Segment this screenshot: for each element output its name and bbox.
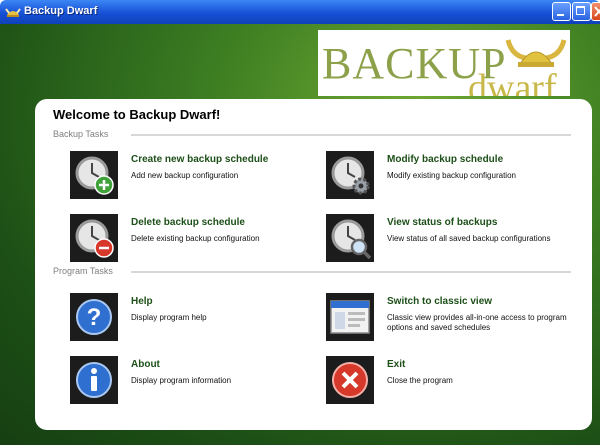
clock-search-icon [326,214,374,262]
helmet-icon [5,8,21,17]
task-view-backup-status[interactable]: View status of backups View status of al… [326,214,576,262]
exit-icon [326,356,374,404]
task-title: View status of backups [387,217,498,228]
maximize-icon [576,6,585,15]
task-description: Delete existing backup configuration [131,234,260,243]
app-logo: BACKUP dwarf [318,30,570,96]
task-description: Add new backup configuration [131,171,239,180]
task-description: Classic view provides all-in-one access … [387,313,567,332]
section-backup-tasks: Backup Tasks [53,129,109,139]
help-icon: ? [70,293,118,341]
task-description: Modify existing backup configuration [387,171,516,180]
task-create-backup-schedule[interactable]: Create new backup schedule Add new backu… [70,151,320,199]
task-delete-backup-schedule[interactable]: Delete backup schedule Delete existing b… [70,214,320,262]
viking-helmet-icon [505,39,567,67]
task-about[interactable]: About Display program information [70,356,320,404]
tasks-panel: Welcome to Backup Dwarf! Backup Tasks Cr… [35,99,592,430]
minimize-icon [557,14,564,16]
task-help[interactable]: ? Help Display program help [70,293,320,341]
task-title: Help [131,296,153,307]
section-program-tasks: Program Tasks [53,266,113,276]
task-description: View status of all saved backup configur… [387,234,551,243]
task-description: Display program help [131,313,207,322]
task-description: Close the program [387,376,453,385]
task-title: About [131,359,160,370]
close-button[interactable] [591,2,600,21]
task-title: Delete backup schedule [131,217,245,228]
task-title: Create new backup schedule [131,154,269,165]
window-title: Backup Dwarf [24,5,98,17]
task-title: Switch to classic view [387,296,493,307]
task-exit[interactable]: Exit Close the program [326,356,576,404]
maximize-button[interactable] [572,2,591,21]
close-icon [594,6,600,17]
minimize-button[interactable] [552,2,571,21]
svg-text:?: ? [87,304,102,331]
task-title: Modify backup schedule [387,154,504,165]
clock-remove-icon [70,214,118,262]
section-divider [131,134,571,136]
welcome-heading: Welcome to Backup Dwarf! [53,107,221,122]
clock-gear-icon [326,151,374,199]
title-bar[interactable]: Backup Dwarf [0,0,600,24]
task-modify-backup-schedule[interactable]: Modify backup schedule Modify existing b… [326,151,576,199]
info-icon [70,356,118,404]
section-divider [131,271,571,273]
app-window: Backup Dwarf BACKUP dwarf Welcome to Bac… [0,0,600,445]
task-description: Display program information [131,376,232,385]
clock-add-icon [70,151,118,199]
window-icon [326,293,374,341]
task-switch-classic-view[interactable]: Switch to classic view Classic view prov… [326,293,576,341]
task-title: Exit [387,359,406,370]
